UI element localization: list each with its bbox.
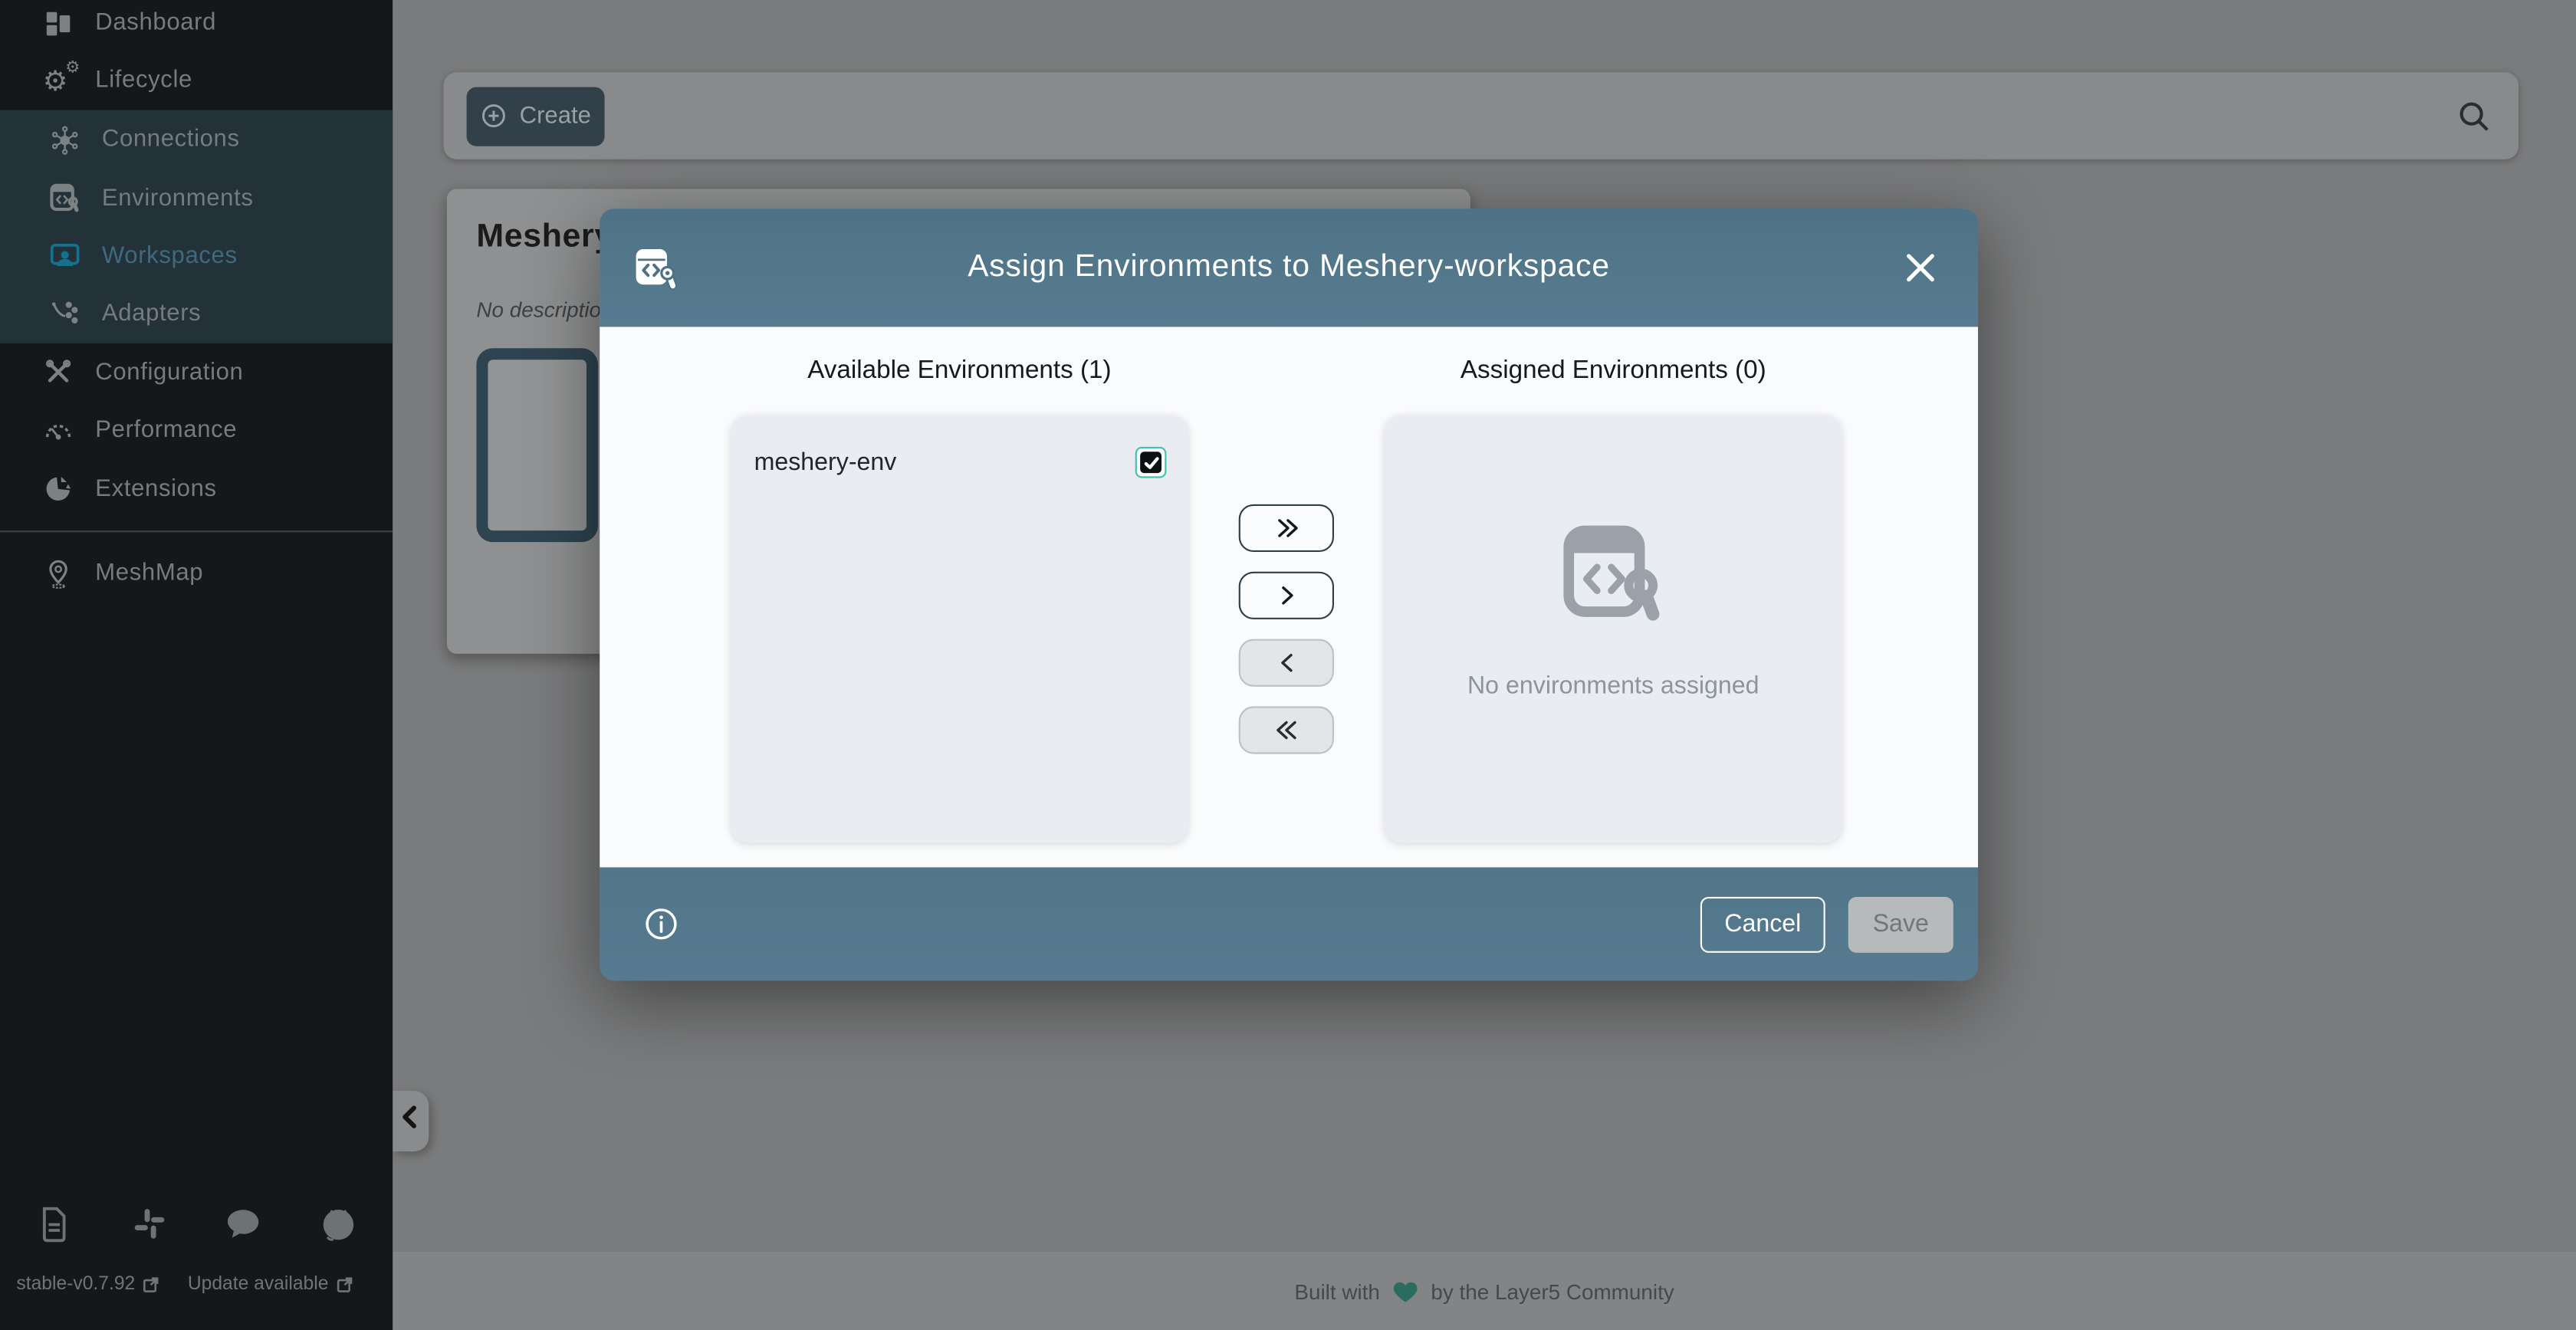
environment-name: meshery-env	[754, 448, 897, 476]
sidebar-item-label: Environments	[102, 185, 254, 211]
assigned-environments-header: Assigned Environments (0)	[1385, 356, 1842, 386]
sidebar-divider	[0, 530, 393, 532]
app-viewport: Dashboard ⚙⚙ Lifecycle Connections	[0, 0, 2576, 1330]
performance-icon	[43, 415, 74, 446]
sidebar-collapse-handle[interactable]	[393, 1091, 429, 1151]
footer-text-prefix: Built with	[1294, 1279, 1379, 1303]
close-icon[interactable]	[1902, 250, 1938, 286]
external-link-icon	[142, 1275, 162, 1295]
double-chevron-right-icon	[1273, 516, 1300, 540]
modal-footer: Cancel Save	[600, 867, 1978, 980]
assign-environments-modal: Assign Environments to Meshery-workspace…	[600, 209, 1978, 980]
sidebar-item-performance[interactable]: Performance	[0, 404, 393, 457]
environment-checkbox[interactable]	[1135, 447, 1167, 478]
version-label: stable-v0.7.92	[16, 1275, 135, 1295]
move-all-left-button[interactable]	[1239, 706, 1334, 754]
docs-icon[interactable]	[34, 1204, 74, 1243]
sidebar-item-label: Adapters	[102, 300, 202, 327]
sidebar-item-label: Performance	[95, 417, 237, 443]
sidebar-item-label: MeshMap	[95, 560, 203, 586]
external-link-icon	[335, 1275, 355, 1295]
create-button-label: Create	[520, 103, 591, 129]
update-available-link[interactable]: Update available	[188, 1275, 355, 1295]
modal-header: Assign Environments to Meshery-workspace	[600, 209, 1978, 327]
screen: Dashboard ⚙⚙ Lifecycle Connections	[0, 0, 2576, 1330]
move-all-right-button[interactable]	[1239, 504, 1334, 552]
modal-title: Assign Environments to Meshery-workspace	[600, 250, 1978, 286]
sidebar-item-label: Connections	[102, 126, 240, 153]
workspace-design-thumbnail	[476, 348, 598, 542]
sidebar-social-row	[0, 1204, 393, 1243]
sidebar-item-label: Dashboard	[95, 10, 216, 36]
modal-body: Available Environments (1) Assigned Envi…	[600, 327, 1978, 867]
environment-placeholder-icon	[1561, 521, 1666, 626]
move-selected-left-button[interactable]	[1239, 639, 1334, 687]
meshmap-icon	[43, 558, 74, 589]
version-row: stable-v0.7.92 Update available	[16, 1275, 354, 1295]
move-selected-right-button[interactable]	[1239, 572, 1334, 619]
sidebar-item-dashboard[interactable]: Dashboard	[0, 0, 393, 49]
sidebar-item-meshmap[interactable]: MeshMap	[0, 547, 393, 600]
assigned-environments-panel: No environments assigned	[1385, 415, 1842, 842]
github-icon[interactable]	[319, 1204, 358, 1243]
connections-icon	[49, 124, 80, 156]
sidebar: Dashboard ⚙⚙ Lifecycle Connections	[0, 0, 393, 1330]
info-icon[interactable]	[644, 907, 678, 941]
plus-circle-icon	[480, 102, 508, 130]
environment-list-item[interactable]: meshery-env	[731, 415, 1188, 478]
sidebar-item-configuration[interactable]: Configuration	[0, 346, 393, 399]
sidebar-item-environments[interactable]: Environments	[0, 172, 393, 225]
chevron-left-icon	[1274, 651, 1299, 675]
checkmark-icon	[1140, 452, 1162, 473]
sidebar-item-adapters[interactable]: Adapters	[0, 287, 393, 340]
footer-text-suffix: by the Layer5 Community	[1431, 1279, 1674, 1303]
chevron-left-icon	[396, 1102, 426, 1140]
lifecycle-icon: ⚙⚙	[43, 65, 74, 97]
workspaces-icon	[49, 241, 80, 272]
sidebar-item-label: Configuration	[95, 359, 243, 385]
adapters-icon	[49, 298, 80, 330]
extensions-icon	[43, 473, 74, 504]
slack-icon[interactable]	[130, 1204, 169, 1243]
update-available-label: Update available	[188, 1275, 329, 1295]
save-button[interactable]: Save	[1848, 896, 1953, 952]
environments-icon	[49, 182, 80, 214]
search-button[interactable]	[2453, 94, 2496, 137]
workspaces-toolbar: Create	[444, 72, 2518, 159]
sidebar-item-lifecycle[interactable]: ⚙⚙ Lifecycle	[0, 54, 393, 107]
page-footer: Built with by the Layer5 Community	[393, 1252, 2576, 1330]
version-link[interactable]: stable-v0.7.92	[16, 1275, 161, 1295]
cancel-button[interactable]: Cancel	[1700, 896, 1825, 952]
heart-icon	[1392, 1278, 1419, 1304]
chevron-right-icon	[1274, 583, 1299, 608]
sidebar-item-label: Extensions	[95, 475, 216, 501]
sidebar-item-extensions[interactable]: Extensions	[0, 462, 393, 515]
create-workspace-button[interactable]: Create	[467, 87, 605, 146]
chat-icon[interactable]	[224, 1204, 263, 1243]
available-environments-panel: meshery-env	[731, 415, 1188, 842]
dashboard-icon	[43, 8, 74, 39]
sidebar-item-workspaces[interactable]: Workspaces	[0, 230, 393, 283]
sidebar-item-label: Lifecycle	[95, 67, 192, 94]
double-chevron-left-icon	[1273, 718, 1300, 742]
available-environments-header: Available Environments (1)	[731, 356, 1188, 386]
sidebar-item-connections[interactable]: Connections	[0, 113, 393, 166]
sidebar-item-label: Workspaces	[102, 243, 238, 269]
empty-state-text: No environments assigned	[1467, 672, 1760, 699]
search-icon	[2453, 94, 2496, 137]
configuration-icon	[43, 356, 74, 388]
